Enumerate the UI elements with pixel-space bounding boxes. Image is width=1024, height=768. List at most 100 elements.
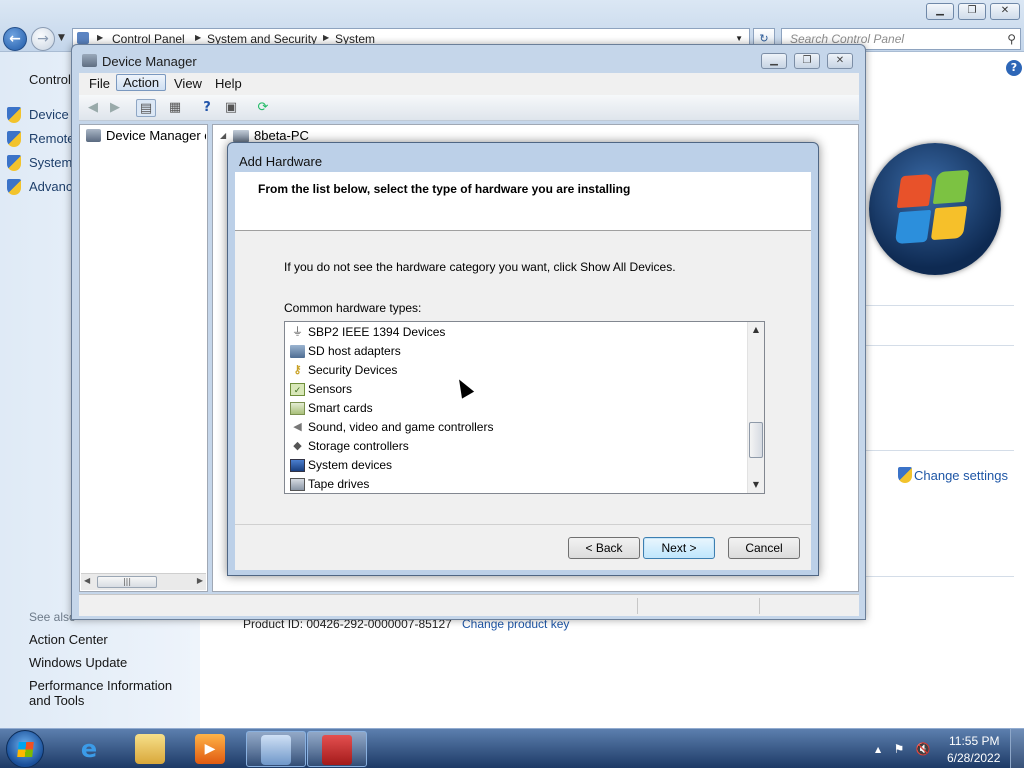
scroll-up-arrow-icon[interactable]: ▲ bbox=[748, 322, 764, 338]
dialog-body: From the list below, select the type of … bbox=[235, 172, 811, 570]
speaker-icon: ◀ bbox=[293, 421, 302, 433]
maximize-button[interactable]: ❐ bbox=[958, 3, 986, 20]
hardware-types-label: Common hardware types: bbox=[284, 301, 422, 315]
menu-view[interactable]: View bbox=[168, 75, 208, 92]
dialog-title: Add Hardware bbox=[239, 154, 323, 169]
show-hidden-icons-icon[interactable]: ▲ bbox=[875, 745, 881, 754]
maximize-button[interactable]: ❐ bbox=[794, 53, 820, 69]
window-title: Device Manager bbox=[102, 54, 197, 69]
see-also-label: See also bbox=[29, 610, 76, 624]
menu-help[interactable]: Help bbox=[209, 75, 248, 92]
forward-button[interactable]: → bbox=[31, 27, 55, 51]
help-icon[interactable]: ? bbox=[1006, 60, 1022, 76]
menu-bar: File Action View Help bbox=[79, 73, 859, 95]
wizard-info-text: If you do not see the hardware category … bbox=[284, 260, 676, 274]
internet-explorer-icon: e bbox=[80, 735, 98, 763]
taskbar-app-internet-explorer[interactable]: e bbox=[60, 731, 120, 767]
windows-flag-red-icon bbox=[896, 173, 934, 209]
clock-date[interactable]: 6/28/2022 bbox=[947, 751, 1000, 765]
minimize-button[interactable]: ▁ bbox=[761, 53, 787, 69]
shield-icon bbox=[7, 131, 21, 147]
sidebar-link-remote[interactable]: Remote bbox=[29, 131, 75, 146]
breadcrumb-separator-icon[interactable]: ▶ bbox=[195, 33, 201, 42]
show-hide-console-tree-icon[interactable]: ▤ bbox=[136, 99, 156, 117]
forward-arrow-icon[interactable]: ▶ bbox=[105, 99, 125, 117]
firewire-plug-icon: ⏚ bbox=[292, 326, 303, 338]
list-item-label: SD host adapters bbox=[308, 344, 401, 358]
device-manager-icon bbox=[82, 54, 97, 67]
windows-flag-green-icon bbox=[932, 169, 970, 205]
show-action-pane-icon[interactable]: ▣ bbox=[221, 99, 241, 117]
section-divider bbox=[866, 305, 1014, 306]
see-also-action-center[interactable]: Action Center bbox=[29, 632, 108, 647]
properties-icon[interactable]: ▦ bbox=[165, 99, 185, 117]
help-icon[interactable]: ? bbox=[197, 99, 217, 117]
sidebar-header: Control bbox=[29, 72, 71, 87]
sd-card-icon bbox=[290, 345, 305, 358]
status-divider bbox=[759, 598, 760, 614]
scan-hardware-changes-icon[interactable]: ⟳ bbox=[253, 99, 273, 117]
breadcrumb-separator-icon: ▶ bbox=[97, 33, 104, 42]
change-settings-link[interactable]: Change settings bbox=[898, 467, 1008, 483]
taskbar-app-device-manager[interactable] bbox=[307, 731, 367, 767]
back-arrow-icon[interactable]: ◀ bbox=[83, 99, 103, 117]
see-also-windows-update[interactable]: Windows Update bbox=[29, 655, 127, 670]
taskbar-app-control-panel[interactable] bbox=[246, 731, 306, 767]
sidebar-link-advanced[interactable]: Advanc bbox=[29, 179, 72, 194]
scroll-right-arrow-icon[interactable]: ▶ bbox=[197, 576, 203, 585]
list-item-label: SBP2 IEEE 1394 Devices bbox=[308, 325, 446, 339]
taskbar-app-windows-explorer[interactable] bbox=[121, 731, 181, 767]
wizard-heading: From the list below, select the type of … bbox=[258, 182, 631, 196]
shield-icon bbox=[898, 467, 912, 483]
computer-management-icon bbox=[86, 129, 101, 142]
scroll-down-arrow-icon[interactable]: ▼ bbox=[748, 477, 764, 493]
breadcrumb-separator-icon[interactable]: ▶ bbox=[323, 33, 329, 42]
device-manager-toolbox-icon bbox=[322, 735, 352, 765]
list-item-label: Security Devices bbox=[308, 363, 398, 377]
scrollbar-thumb[interactable] bbox=[749, 422, 763, 458]
search-icon[interactable]: ⚲ bbox=[1007, 32, 1016, 46]
cancel-button[interactable]: Cancel bbox=[728, 537, 800, 559]
windows-logo bbox=[869, 143, 1001, 275]
see-also-performance-info[interactable]: Performance Information and Tools bbox=[29, 678, 194, 708]
back-button[interactable]: ← bbox=[3, 27, 27, 51]
action-center-flag-icon[interactable]: ⚑ bbox=[891, 741, 907, 757]
taskbar: e ▶ ▲ bbox=[0, 728, 1024, 768]
start-button[interactable] bbox=[6, 730, 44, 768]
tape-drive-icon bbox=[290, 478, 305, 491]
system-device-icon bbox=[290, 459, 305, 472]
next-button[interactable]: Next > bbox=[643, 537, 715, 559]
tree-item-device-manager[interactable]: Device Manager on bbox=[106, 128, 206, 143]
close-button[interactable]: ✕ bbox=[990, 3, 1020, 20]
tree-item-computer[interactable]: 8beta-PC bbox=[254, 128, 309, 143]
list-item-label: System devices bbox=[308, 458, 393, 472]
volume-muted-icon[interactable]: 🔇 bbox=[915, 741, 931, 757]
close-button[interactable]: ✕ bbox=[827, 53, 853, 69]
vertical-scrollbar[interactable]: ▲ ▼ bbox=[747, 322, 764, 493]
key-icon: ⚷ bbox=[293, 364, 302, 376]
hardware-types-list[interactable]: ⏚ SBP2 IEEE 1394 Devices SD host adapter… bbox=[284, 321, 765, 494]
scrollbar-thumb[interactable]: ||| bbox=[97, 576, 157, 588]
scroll-left-arrow-icon[interactable]: ◀ bbox=[84, 576, 90, 585]
back-button[interactable]: < Back bbox=[568, 537, 640, 559]
horizontal-scrollbar[interactable]: ◀ ||| ▶ bbox=[81, 573, 206, 590]
list-item-label: Tape drives bbox=[308, 477, 370, 491]
button-area-divider bbox=[235, 524, 811, 525]
control-panel-icon bbox=[261, 735, 291, 765]
collapse-arrow-icon[interactable]: ◢ bbox=[220, 131, 226, 140]
sidebar-link-system-protection[interactable]: System bbox=[29, 155, 72, 170]
taskbar-app-media-player[interactable]: ▶ bbox=[181, 731, 241, 767]
menu-action[interactable]: Action bbox=[116, 74, 167, 91]
windows-flag-blue-icon bbox=[894, 209, 932, 245]
sensor-icon: ✓ bbox=[290, 383, 305, 396]
windows-explorer-icon bbox=[135, 734, 165, 764]
minimize-button[interactable]: ▁ bbox=[926, 3, 954, 20]
windows-flag-yellow-icon bbox=[930, 205, 968, 241]
status-divider bbox=[637, 598, 638, 614]
show-desktop-button[interactable] bbox=[1010, 729, 1024, 768]
recent-pages-dropdown-icon[interactable]: ▼ bbox=[58, 33, 65, 43]
clock-time[interactable]: 11:55 PM bbox=[949, 734, 999, 748]
menu-file[interactable]: File bbox=[83, 75, 116, 92]
list-item-label: Sensors bbox=[308, 382, 353, 396]
address-dropdown-icon[interactable]: ▼ bbox=[735, 34, 743, 43]
